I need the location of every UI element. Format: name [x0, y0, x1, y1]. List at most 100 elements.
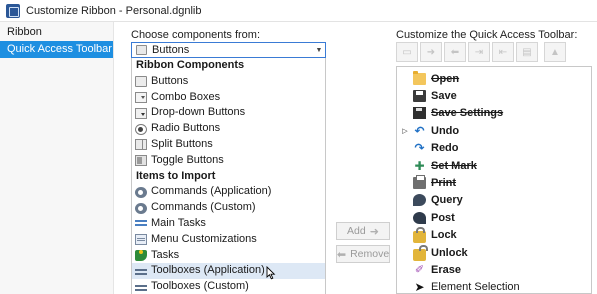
qat-item-label: Save — [431, 90, 457, 103]
qat-item-label: Open — [431, 72, 460, 85]
list-item-label: Drop-down Buttons — [151, 106, 246, 119]
app-icon — [6, 3, 20, 18]
list-item-label: Toggle Buttons — [151, 153, 224, 166]
qat-item-label: Undo — [431, 124, 460, 137]
qat-item-save[interactable]: Save — [397, 87, 591, 104]
list-item-label: Toolboxes (Custom) — [151, 280, 249, 293]
move-left-button[interactable]: ⬅ — [444, 42, 466, 62]
list-item-radio-buttons[interactable]: Radio Buttons — [132, 121, 325, 137]
folder-icon — [413, 70, 426, 85]
list-item-commands-application[interactable]: Commands (Application) — [132, 184, 325, 200]
expand-arrow-icon[interactable]: ▷ — [397, 127, 413, 135]
list-item-label: Split Buttons — [151, 137, 213, 150]
title-bar: Customize Ribbon - Personal.dgnlib — [0, 0, 597, 22]
erase-icon: ✐ — [414, 263, 425, 276]
move-up-button[interactable]: ▲ — [544, 42, 566, 62]
list-item-toggle-buttons[interactable]: Toggle Buttons — [132, 153, 325, 169]
left-navigation: Ribbon Quick Access Toolbar — [0, 22, 114, 294]
dropdown-button-icon — [135, 107, 147, 119]
qat-item-element-selection[interactable]: ➤ Element Selection — [397, 279, 591, 294]
add-button[interactable]: Add ➜ — [336, 222, 390, 240]
qat-item-label: Unlock — [431, 246, 468, 259]
qat-item-erase[interactable]: ✐ Erase — [397, 261, 591, 278]
select-arrow-icon: ➤ — [414, 280, 425, 294]
components-combo[interactable]: Buttons ▼ — [131, 42, 326, 58]
qat-item-set-mark[interactable]: ✚ Set Mark — [397, 157, 591, 174]
new-separator-button[interactable]: ▭ — [396, 42, 418, 62]
qat-item-label: Save Settings — [431, 107, 504, 120]
list-item-combo-boxes[interactable]: Combo Boxes — [132, 90, 325, 106]
tasks-icon — [135, 218, 147, 230]
choose-components-label: Choose components from: — [131, 29, 261, 41]
customize-qat-label: Customize the Quick Access Toolbar: — [396, 29, 578, 41]
qat-item-print[interactable]: Print — [397, 174, 591, 191]
list-item-label: Tasks — [151, 248, 180, 261]
list-item-buttons[interactable]: Buttons — [132, 74, 325, 90]
move-right-button[interactable]: ➜ — [420, 42, 442, 62]
qat-item-post[interactable]: Post — [397, 209, 591, 226]
save-icon — [413, 90, 426, 103]
list-item-label: Toolboxes (Application) — [151, 264, 265, 277]
qat-item-label: Element Selection — [431, 281, 520, 294]
list-item-label: Menu Customizations — [151, 232, 257, 245]
qat-item-unlock[interactable]: Unlock — [397, 244, 591, 261]
qat-item-redo[interactable]: ↷ Redo — [397, 140, 591, 157]
mouse-cursor-icon — [266, 266, 276, 280]
lock-icon — [413, 227, 426, 244]
qat-item-save-settings[interactable]: Save Settings — [397, 105, 591, 122]
nav-item-quick-access-toolbar[interactable]: Quick Access Toolbar — [0, 41, 113, 58]
add-button-label: Add — [347, 225, 366, 237]
remove-button[interactable]: ⬅ Remove — [336, 245, 390, 263]
gear-icon — [135, 202, 147, 214]
outdent-button[interactable]: ⇤ — [492, 42, 514, 62]
remove-button-label: Remove — [350, 248, 390, 260]
list-item-main-tasks[interactable]: Main Tasks — [132, 216, 325, 232]
list-item-dropdown-buttons[interactable]: Drop-down Buttons — [132, 105, 325, 121]
separator-icon: ▭ — [402, 46, 412, 58]
qat-item-open[interactable]: Open — [397, 70, 591, 87]
outdent-icon: ⇤ — [498, 46, 508, 58]
qat-item-undo[interactable]: ▷ ↶ Undo — [397, 122, 591, 139]
button-icon — [136, 45, 147, 55]
post-icon — [413, 211, 426, 224]
qat-item-query[interactable]: Query — [397, 192, 591, 209]
list-item-toolboxes-custom[interactable]: Toolboxes (Custom) — [132, 279, 325, 294]
list-item-label: Main Tasks — [151, 216, 206, 229]
list-item-split-buttons[interactable]: Split Buttons — [132, 137, 325, 153]
toggle-button-icon — [135, 155, 147, 167]
group-header-items-to-import: Items to Import — [136, 169, 216, 182]
unlock-icon — [413, 244, 428, 261]
print-icon — [413, 175, 426, 190]
qat-item-label: Lock — [431, 229, 457, 242]
list-item-tasks[interactable]: Tasks — [132, 248, 325, 264]
qat-items-list: Open Save Save Settings ▷ ↶ Undo ↷ Redo ✚ Se… — [396, 66, 592, 294]
chevron-down-icon[interactable]: ▼ — [313, 47, 325, 54]
list-item-commands-custom[interactable]: Commands (Custom) — [132, 200, 325, 216]
undo-icon: ↶ — [414, 123, 425, 138]
list-item-toolboxes-application[interactable]: Toolboxes (Application) — [132, 263, 325, 280]
qat-item-label: Erase — [431, 263, 461, 276]
components-dropdown-list: Ribbon Components Buttons Combo Boxes Dr… — [131, 58, 326, 294]
qat-item-label: Post — [431, 211, 455, 224]
task-icon — [135, 249, 147, 261]
properties-button[interactable]: ▤ — [516, 42, 538, 62]
properties-icon: ▤ — [522, 46, 532, 58]
redo-icon: ↷ — [414, 141, 425, 156]
list-item-label: Commands (Custom) — [151, 201, 256, 214]
arrow-left-icon: ⬅ — [336, 248, 347, 261]
radio-button-icon — [135, 123, 147, 135]
qat-item-label: Set Mark — [431, 159, 477, 172]
gear-icon — [135, 186, 147, 198]
qat-item-label: Redo — [431, 142, 459, 155]
indent-button[interactable]: ⇥ — [468, 42, 490, 62]
toolbox-icon — [135, 265, 147, 277]
chevron-up-icon: ▲ — [550, 46, 560, 58]
qat-item-lock[interactable]: Lock — [397, 227, 591, 244]
combo-box-icon — [135, 91, 147, 103]
list-item-label: Commands (Application) — [151, 185, 272, 198]
nav-item-ribbon[interactable]: Ribbon — [0, 24, 113, 41]
set-mark-icon: ✚ — [414, 158, 425, 173]
arrow-right-icon: ➜ — [426, 46, 436, 58]
list-item-label: Buttons — [151, 74, 189, 87]
list-item-menu-customizations[interactable]: Menu Customizations — [132, 232, 325, 248]
